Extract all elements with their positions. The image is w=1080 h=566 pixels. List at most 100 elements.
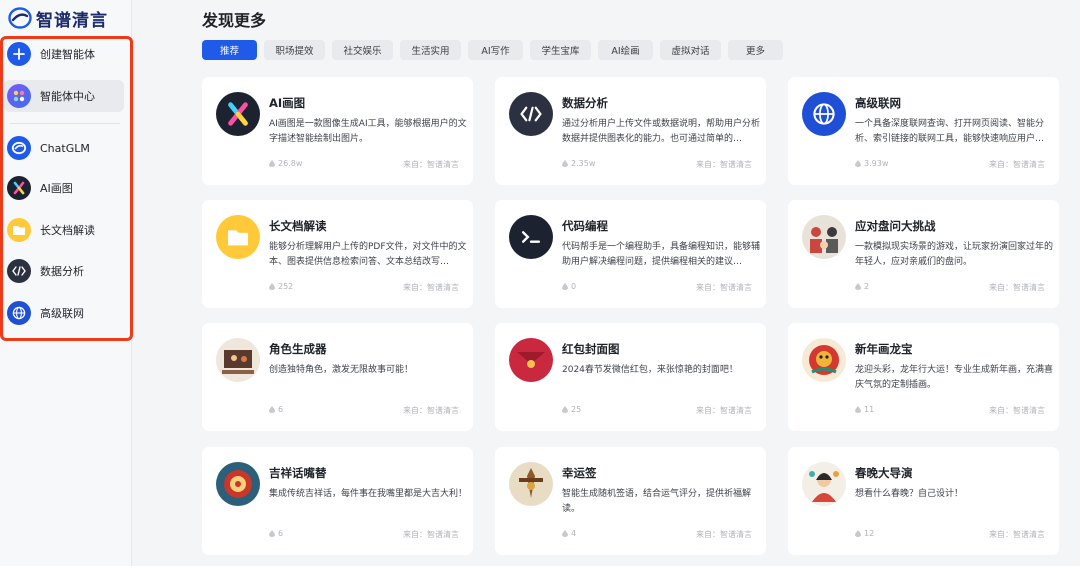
sidebar-item-create-agent[interactable]: 创建智能体 (4, 38, 124, 70)
tab-social[interactable]: 社交娱乐 (332, 40, 393, 60)
usage-count: 12 (864, 529, 875, 538)
card-description: 2024春节发微信红包，来张惊艳的封面吧！ (562, 365, 738, 375)
sidebar-item-label: AI画图 (40, 182, 73, 195)
category-tabs: 推荐 职场提效 社交娱乐 生活实用 AI写作 学生宝库 AI绘画 虚拟对话 更多 (202, 40, 783, 60)
agent-card[interactable]: 角色生成器 创造独特角色，激发无限故事可能！ 6 来自：智谱清言 (202, 323, 473, 431)
card-source: 来自：智谱清言 (696, 160, 752, 169)
card-usage: 26.8w (269, 159, 302, 168)
sidebar-item-label: 高级联网 (40, 307, 84, 320)
red-envelope-icon (509, 338, 553, 382)
agent-card[interactable]: 应对盘问大挑战 一款模拟现实场景的游戏，让玩家扮演回家过年的年轻人，应对亲戚们的盘… (788, 200, 1059, 308)
sidebar-item-label: 创建智能体 (40, 48, 95, 61)
dragon-avatar-icon (802, 338, 846, 382)
card-usage: 4 (562, 529, 576, 538)
card-source: 来自：智谱清言 (403, 160, 459, 169)
usage-count: 252 (278, 282, 294, 291)
sidebar-item-ai-draw[interactable]: AI画图 (4, 172, 124, 204)
card-title: 长文档解读 (269, 219, 327, 233)
card-description: 创造独特角色，激发无限故事可能！ (269, 365, 414, 375)
flame-icon (562, 406, 568, 413)
usage-count: 0 (571, 282, 577, 291)
card-title: 新年画龙宝 (855, 342, 913, 356)
sidebar-item-web-search[interactable]: 高级联网 (4, 297, 124, 329)
card-source: 来自：智谱清言 (403, 406, 459, 415)
sidebar-item-data-analysis[interactable]: 数据分析 (4, 255, 124, 287)
agent-card[interactable]: 春晚大导演 想看什么春晚？自己设计！ 12 来自：智谱清言 (788, 447, 1059, 555)
card-source: 来自：智谱清言 (989, 530, 1045, 539)
card-usage: 6 (269, 529, 283, 538)
usage-count: 25 (571, 405, 582, 414)
card-source: 来自：智谱清言 (989, 406, 1045, 415)
app-name: 智谱清言 (36, 10, 108, 31)
sidebar-item-label: 长文档解读 (40, 224, 95, 237)
flame-icon (562, 160, 568, 167)
card-usage: 0 (562, 282, 576, 291)
card-usage: 2 (855, 282, 869, 291)
sidebar-item-label: 智能体中心 (40, 90, 95, 103)
usage-count: 4 (571, 529, 577, 538)
gala-avatar-icon (802, 462, 846, 506)
globe-icon (802, 92, 846, 136)
agent-card[interactable]: 吉祥话嘴替 集成传统吉祥话，每件事在我嘴里都是大吉大利！ 6 来自：智谱清言 (202, 447, 473, 555)
tab-virtual-chat[interactable]: 虚拟对话 (660, 40, 721, 60)
sidebar-item-agent-center[interactable]: 智能体中心 (4, 80, 124, 112)
card-source: 来自：智谱清言 (696, 406, 752, 415)
agent-card[interactable]: 代码编程 代码帮手是一个编程助手，具备编程知识，能够辅助用户解决编程问题，提供编程… (495, 200, 766, 308)
sidebar-item-label: 数据分析 (40, 265, 84, 278)
card-source: 来自：智谱清言 (696, 283, 752, 292)
card-usage: 11 (855, 405, 874, 414)
tab-ai-painting[interactable]: AI绘画 (598, 40, 653, 60)
card-usage: 3.93w (855, 159, 888, 168)
chatglm-icon (7, 136, 31, 160)
agent-card[interactable]: 长文档解读能够分析理解用户上传的PDF文件，对文件中的文本、图表提供信息检索问答… (202, 200, 473, 308)
card-source: 来自：智谱清言 (696, 530, 752, 539)
usage-count: 2.35w (571, 159, 596, 168)
card-title: 数据分析 (562, 96, 608, 110)
lucky-sign-icon (509, 462, 553, 506)
tab-ai-writing[interactable]: AI写作 (468, 40, 523, 60)
usage-count: 6 (278, 405, 284, 414)
card-source: 来自：智谱清言 (989, 160, 1045, 169)
flame-icon (269, 160, 275, 167)
card-title: 应对盘问大挑战 (855, 219, 936, 233)
agent-card[interactable]: 幸运签 智能生成随机签语，结合运气评分，提供祈福解读。 4 来自：智谱清言 (495, 447, 766, 555)
flame-icon (855, 406, 861, 413)
tab-life[interactable]: 生活实用 (400, 40, 461, 60)
flame-icon (562, 530, 568, 537)
card-title: 高级联网 (855, 96, 901, 110)
card-title: 红包封面图 (562, 342, 620, 356)
logo-icon (8, 7, 32, 29)
usage-count: 26.8w (278, 159, 303, 168)
app-logo[interactable]: 智谱清言 (8, 6, 108, 31)
agent-card[interactable]: 红包封面图 2024春节发微信红包，来张惊艳的封面吧！ 25 来自：智谱清言 (495, 323, 766, 431)
card-title: 吉祥话嘴替 (269, 466, 327, 480)
sidebar-item-long-doc[interactable]: 长文档解读 (4, 214, 124, 246)
card-source: 来自：智谱清言 (989, 283, 1045, 292)
card-description: 能够分析理解用户上传的PDF文件，对文件中的文本、图表提供信息检索问答、文本总结… (269, 242, 467, 267)
card-usage: 12 (855, 529, 874, 538)
code-icon (7, 259, 31, 283)
card-description: 想看什么春晚？自己设计！ (855, 489, 964, 499)
agent-card[interactable]: AI画图 AI画图是一款图像生成AI工具，能够根据用户的文字描述智能绘制出图片。 2… (202, 77, 473, 185)
card-source: 来自：智谱清言 (403, 530, 459, 539)
tab-workplace[interactable]: 职场提效 (264, 40, 325, 60)
sidebar-item-chatglm[interactable]: ChatGLM (4, 132, 124, 164)
globe-icon (7, 301, 31, 325)
agent-card[interactable]: 新年画龙宝 龙迎头彩，龙年行大运！专业生成新年画，充满喜庆气氛的定制插画。 11 来自… (788, 323, 1059, 431)
terminal-icon (509, 215, 553, 259)
ai-draw-icon (216, 92, 260, 136)
card-description: 通过分析用户上传文件或数据说明，帮助用户分析数据并提供图表化的能力。也可通过简单… (562, 119, 760, 144)
card-usage: 25 (562, 405, 581, 414)
tab-recommend[interactable]: 推荐 (202, 40, 257, 60)
card-usage: 252 (269, 282, 293, 291)
agent-card[interactable]: 数据分析通过分析用户上传文件或数据说明，帮助用户分析数据并提供图表化的能力。也可… (495, 77, 766, 185)
card-description: 智能生成随机签语，结合运气评分，提供祈福解读。 (562, 489, 752, 514)
code-icon (509, 92, 553, 136)
apps-icon (7, 84, 31, 108)
folder-icon (216, 215, 260, 259)
card-title: AI画图 (269, 96, 306, 110)
tab-more[interactable]: 更多 (728, 40, 783, 60)
tab-student[interactable]: 学生宝库 (530, 40, 591, 60)
agent-card[interactable]: 高级联网 一个具备深度联网查询、打开网页阅读、智能分析、索引链接的联网工具，能够快… (788, 77, 1059, 185)
flame-icon (855, 530, 861, 537)
